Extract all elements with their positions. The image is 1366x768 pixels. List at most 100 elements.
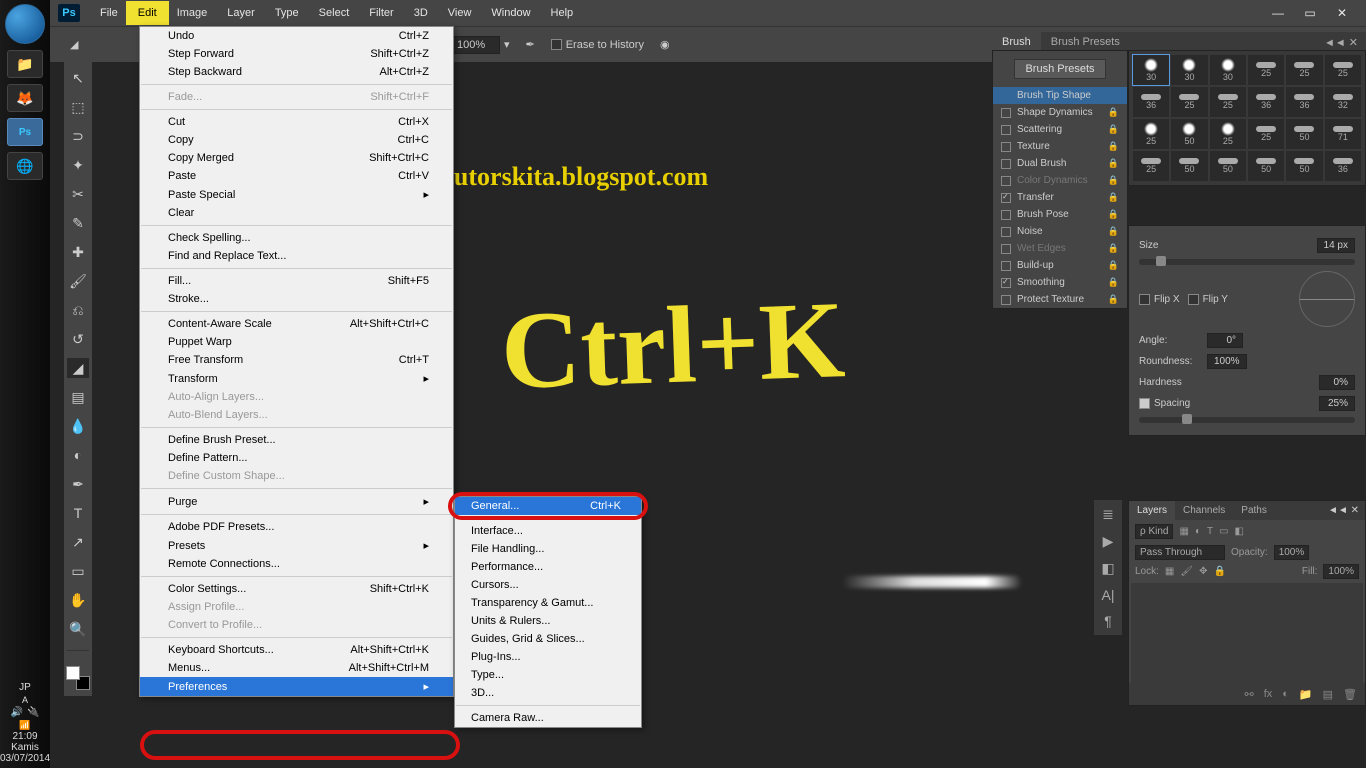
path-select-tool-icon[interactable]: ↗	[67, 532, 89, 552]
angle-value[interactable]: 0°	[1207, 333, 1243, 348]
brush-thumb[interactable]: 36	[1325, 151, 1361, 181]
battery-icon[interactable]: 🔌	[27, 707, 39, 718]
blend-mode-dropdown[interactable]: Pass Through	[1135, 545, 1225, 560]
new-layer-icon[interactable]: ▤	[1323, 688, 1333, 701]
menu-3d[interactable]: 3D	[404, 3, 438, 23]
airbrush-toggle-icon[interactable]: ✒	[526, 38, 535, 51]
edit-menu-copy[interactable]: CopyCtrl+C	[140, 131, 453, 149]
edit-menu-preferences[interactable]: Preferences▸	[140, 677, 453, 696]
edit-menu-stroke-[interactable]: Stroke...	[140, 290, 453, 308]
brush-option-noise[interactable]: Noise🔒	[993, 223, 1127, 240]
angle-widget[interactable]	[1299, 271, 1355, 327]
spacing-slider[interactable]	[1139, 417, 1355, 423]
menu-help[interactable]: Help	[541, 3, 584, 23]
brush-option-scattering[interactable]: Scattering🔒	[993, 121, 1127, 138]
edit-menu-menus-[interactable]: Menus...Alt+Shift+Ctrl+M	[140, 659, 453, 677]
edit-menu-remote-connections-[interactable]: Remote Connections...	[140, 555, 453, 573]
brush-thumb[interactable]: 25	[1286, 55, 1322, 85]
filter-shape-icon[interactable]: ▭	[1219, 526, 1228, 537]
start-button[interactable]	[5, 4, 45, 44]
brush-thumb[interactable]: 25	[1210, 119, 1246, 149]
paragraph-panel-icon[interactable]: ¶	[1104, 613, 1112, 629]
hand-tool-icon[interactable]: ✋	[67, 590, 89, 610]
brush-thumb[interactable]: 30	[1210, 55, 1246, 85]
spacing-checkbox[interactable]	[1139, 398, 1150, 409]
checkbox-icon[interactable]	[1001, 108, 1011, 118]
checkbox-icon[interactable]	[1001, 193, 1011, 203]
prefs-camera-raw-[interactable]: Camera Raw...	[455, 709, 641, 727]
prefs-type-[interactable]: Type...	[455, 666, 641, 684]
brush-thumb[interactable]: 30	[1133, 55, 1169, 85]
filter-type-icon[interactable]: T	[1207, 526, 1213, 537]
edit-menu-puppet-warp[interactable]: Puppet Warp	[140, 333, 453, 351]
close-button[interactable]: ✕	[1330, 6, 1354, 20]
edit-menu-clear[interactable]: Clear	[140, 204, 453, 222]
edit-menu-define-brush-preset-[interactable]: Define Brush Preset...	[140, 431, 453, 449]
panel-menu-icon[interactable]: ◄◄ ✕	[1322, 501, 1365, 520]
brush-tool-icon[interactable]: 🖌	[67, 271, 89, 291]
gradient-tool-icon[interactable]: ▤	[67, 387, 89, 407]
opacity-value[interactable]: 100%	[1274, 545, 1310, 560]
type-tool-icon[interactable]: T	[67, 503, 89, 523]
heal-tool-icon[interactable]: ✚	[67, 242, 89, 262]
brush-thumb[interactable]: 50	[1210, 151, 1246, 181]
brush-option-wet-edges[interactable]: Wet Edges🔒	[993, 240, 1127, 257]
lock-icon[interactable]: 🔒	[1108, 260, 1119, 271]
size-value[interactable]: 14 px	[1317, 238, 1355, 253]
brush-thumb[interactable]: 30	[1171, 55, 1207, 85]
prefs-performance-[interactable]: Performance...	[455, 558, 641, 576]
brush-option-build-up[interactable]: Build-up🔒	[993, 257, 1127, 274]
brush-thumb[interactable]: 71	[1325, 119, 1361, 149]
edit-menu-undo[interactable]: UndoCtrl+Z	[140, 27, 453, 45]
brush-thumb[interactable]: 50	[1286, 119, 1322, 149]
taskbar-clock-area[interactable]: JP A 🔊 🔌 📶 21:09 Kamis 03/07/2014	[0, 682, 50, 764]
lock-all-icon[interactable]: 🔒	[1213, 566, 1225, 577]
dodge-tool-icon[interactable]: ◐	[67, 445, 89, 465]
lang-indicator[interactable]: JP	[0, 682, 50, 693]
roundness-value[interactable]: 100%	[1207, 354, 1247, 369]
checkbox-icon[interactable]	[1001, 142, 1011, 152]
edit-menu-step-backward[interactable]: Step BackwardAlt+Ctrl+Z	[140, 63, 453, 81]
eraser-tool-icon[interactable]: ◢	[70, 38, 78, 51]
lock-icon[interactable]: 🔒	[1108, 277, 1119, 288]
lock-icon[interactable]: 🔒	[1108, 294, 1119, 305]
menu-type[interactable]: Type	[265, 3, 309, 23]
edit-menu-check-spelling-[interactable]: Check Spelling...	[140, 229, 453, 247]
character-panel-icon[interactable]: A|	[1102, 587, 1115, 603]
menu-edit[interactable]: Edit	[128, 3, 167, 23]
edit-menu-keyboard-shortcuts-[interactable]: Keyboard Shortcuts...Alt+Shift+Ctrl+K	[140, 641, 453, 659]
brush-thumb[interactable]: 50	[1248, 151, 1284, 181]
edit-menu-adobe-pdf-presets-[interactable]: Adobe PDF Presets...	[140, 518, 453, 536]
flow-input[interactable]: 100%	[450, 36, 500, 54]
properties-panel-icon[interactable]: ◧	[1101, 560, 1114, 577]
flow-dropdown-icon[interactable]: ▾	[504, 38, 510, 51]
lock-trans-icon[interactable]: ▦	[1165, 566, 1174, 577]
hardness-value[interactable]: 0%	[1319, 375, 1355, 390]
zoom-tool-icon[interactable]: 🔍	[67, 619, 89, 639]
spacing-value[interactable]: 25%	[1319, 396, 1355, 411]
brush-option-color-dynamics[interactable]: Color Dynamics🔒	[993, 172, 1127, 189]
fg-color-swatch[interactable]	[66, 666, 80, 680]
edit-menu-define-pattern-[interactable]: Define Pattern...	[140, 449, 453, 467]
lock-pixel-icon[interactable]: 🖌	[1180, 566, 1193, 577]
lock-icon[interactable]: 🔒	[1108, 124, 1119, 135]
crop-tool-icon[interactable]: ✂	[67, 184, 89, 204]
prefs-file-handling-[interactable]: File Handling...	[455, 540, 641, 558]
lock-icon[interactable]: 🔒	[1108, 192, 1119, 203]
brush-option-protect-texture[interactable]: Protect Texture🔒	[993, 291, 1127, 308]
flipx-checkbox[interactable]	[1139, 294, 1150, 305]
checkbox-icon[interactable]	[1001, 261, 1011, 271]
task-firefox[interactable]: 🦊	[7, 84, 43, 112]
history-panel-icon[interactable]: ≣	[1102, 506, 1114, 523]
tablet-pressure-icon[interactable]: ◉	[660, 38, 670, 51]
menu-filter[interactable]: Filter	[359, 3, 403, 23]
lock-icon[interactable]: 🔒	[1108, 243, 1119, 254]
brush-option-brush-pose[interactable]: Brush Pose🔒	[993, 206, 1127, 223]
task-photoshop[interactable]: Ps	[7, 118, 43, 146]
brush-thumb[interactable]: 25	[1325, 55, 1361, 85]
brush-thumb[interactable]: 36	[1133, 87, 1169, 117]
lock-icon[interactable]: 🔒	[1108, 158, 1119, 169]
brush-thumb[interactable]: 36	[1248, 87, 1284, 117]
fg-bg-colors[interactable]	[66, 666, 90, 690]
pen-tool-icon[interactable]: ✒	[67, 474, 89, 494]
